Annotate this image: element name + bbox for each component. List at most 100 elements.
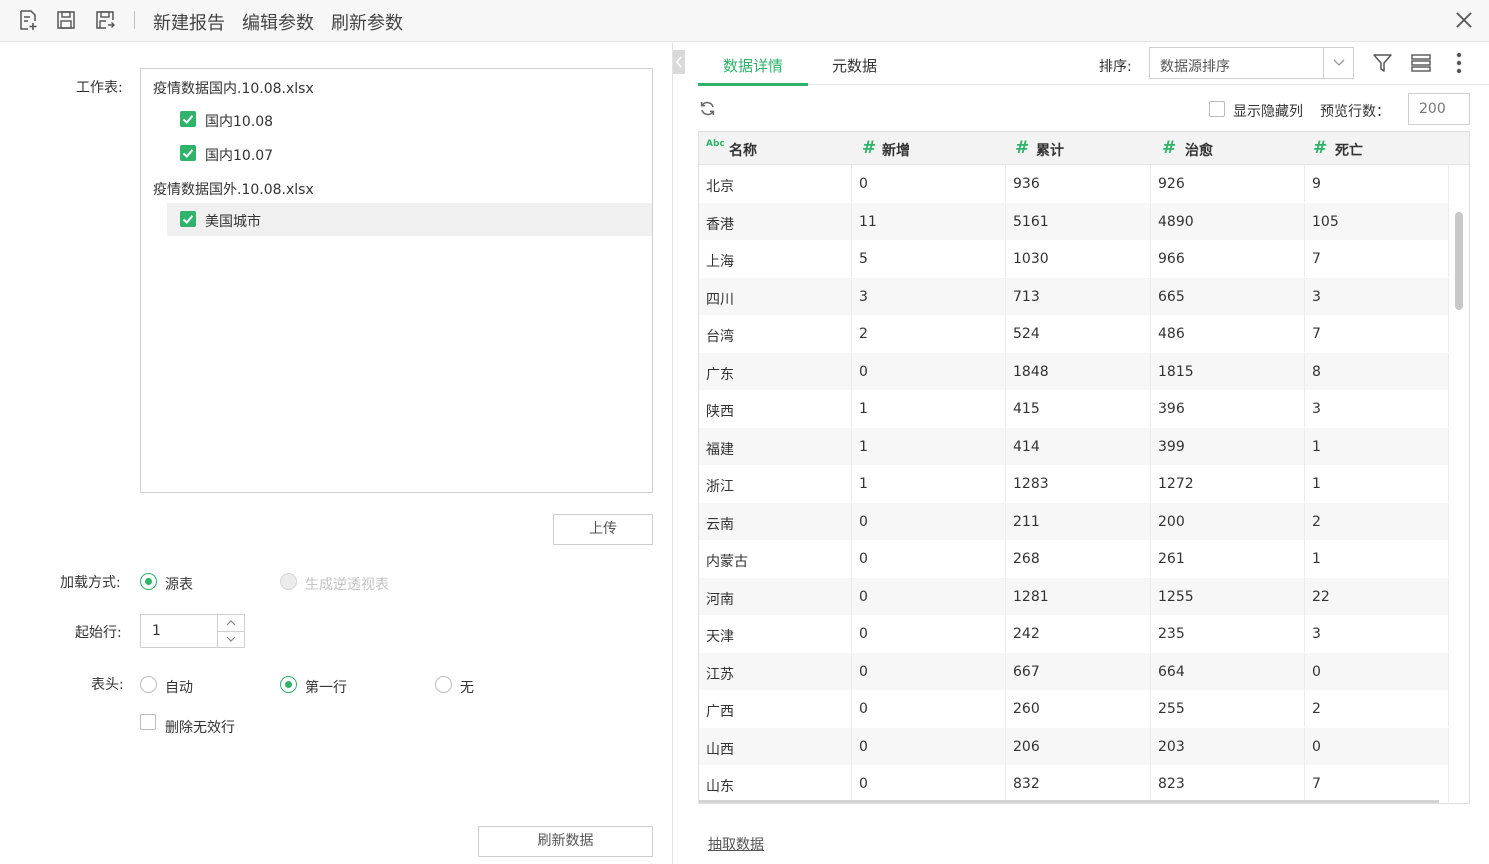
number-type-icon: # [862, 138, 877, 158]
table-row[interactable]: 山东 0 832 823 7 [699, 765, 1449, 802]
checkbox-checked[interactable] [180, 211, 196, 227]
refresh-icon[interactable] [699, 100, 716, 117]
cell-value: 山东 [706, 779, 734, 795]
vertical-scrollbar[interactable] [1455, 212, 1463, 310]
table-row[interactable]: 浙江 1 1283 1272 1 [699, 465, 1449, 502]
cell-value: 5161 [1013, 213, 1049, 230]
data-preview-panel: 数据详情 元数据 排序: 数据源排序 显示隐藏列 预览行数： 200 Abc 名… [673, 43, 1489, 864]
table-cell: 5161 [1006, 202, 1151, 240]
checkbox-checked[interactable] [180, 111, 196, 127]
workbook-name: 疫情数据国外.10.08.xlsx [153, 182, 314, 198]
table-row[interactable]: 北京 0 936 926 9 [699, 165, 1449, 202]
refresh-data-button[interactable]: 刷新数据 [478, 826, 653, 857]
save-as-icon[interactable] [94, 9, 116, 31]
chevron-up-icon[interactable] [226, 619, 236, 627]
table-cell: 7 [1305, 315, 1449, 352]
cell-value: 0 [859, 363, 868, 380]
table-cell: 浙江 [699, 465, 852, 502]
preview-rows-value[interactable]: 200 [1419, 101, 1446, 117]
cell-value: 浙江 [706, 479, 734, 495]
cell-value: 0 [859, 176, 868, 192]
cell-value: 天津 [706, 629, 734, 645]
sheet-item[interactable]: 美国城市 [167, 203, 652, 236]
sheet-item[interactable]: 国内10.07 [167, 137, 652, 170]
table-row[interactable]: 内蒙古 0 268 261 1 [699, 540, 1449, 577]
upload-button[interactable]: 上传 [553, 514, 653, 545]
filter-icon[interactable] [1372, 53, 1393, 74]
column-header[interactable]: # 新增 [852, 132, 1006, 165]
table-row[interactable]: 上海 5 1030 966 7 [699, 240, 1449, 277]
load-mode-label: 加载方式: [60, 575, 121, 591]
table-row[interactable]: 广东 0 1848 1815 8 [699, 352, 1449, 390]
sheet-name: 美国城市 [205, 214, 261, 230]
cell-value: 1848 [1013, 363, 1049, 380]
table-row[interactable]: 江苏 0 667 664 0 [699, 652, 1449, 690]
cell-value: 235 [1158, 626, 1185, 642]
table-row[interactable]: 山西 0 206 203 0 [699, 727, 1449, 765]
table-cell: 0 [852, 615, 1006, 652]
cell-value: 广西 [706, 704, 734, 720]
collapse-panel-button[interactable] [673, 50, 685, 74]
column-header[interactable]: # 死亡 [1305, 132, 1455, 165]
column-header[interactable]: # 治愈 [1151, 132, 1305, 165]
chevron-down-icon[interactable] [226, 635, 236, 643]
save-icon[interactable] [55, 9, 77, 31]
radio-header-auto[interactable] [140, 676, 157, 693]
header-label: 表头: [91, 677, 124, 693]
show-hidden-columns-label: 显示隐藏列 [1233, 104, 1303, 120]
table-cell: 3 [1305, 277, 1449, 315]
table-row[interactable]: 天津 0 242 235 3 [699, 615, 1449, 652]
column-header[interactable]: Abc 名称 [699, 132, 852, 165]
table-cell: 415 [1006, 390, 1151, 427]
table-row[interactable]: 福建 1 414 399 1 [699, 427, 1449, 465]
radio-header-none[interactable] [435, 676, 452, 693]
table-cell: 上海 [699, 240, 852, 277]
table-row[interactable]: 香港 11 5161 4890 105 [699, 202, 1449, 240]
column-header[interactable]: # 累计 [1006, 132, 1151, 165]
table-row[interactable]: 四川 3 713 665 3 [699, 277, 1449, 315]
sort-select-toggle[interactable] [1323, 48, 1353, 78]
table-cell: 235 [1151, 615, 1305, 652]
table-cell: 0 [852, 690, 1006, 727]
new-report-button[interactable]: 新建报告 [153, 9, 225, 35]
start-row-value[interactable]: 1 [152, 623, 161, 639]
table-row[interactable]: 河南 0 1281 1255 22 [699, 577, 1449, 615]
sort-select[interactable]: 数据源排序 [1149, 47, 1354, 79]
table-cell: 211 [1006, 502, 1151, 540]
new-report-icon[interactable] [17, 9, 39, 31]
table-cell: 广东 [699, 352, 852, 390]
tab-metadata[interactable]: 元数据 [832, 55, 877, 76]
table-header: Abc 名称 # 新增 # 累计 # 治愈 # 死亡 [699, 132, 1469, 165]
cell-value: 936 [1013, 176, 1040, 192]
table-cell: 1272 [1151, 465, 1305, 502]
table-cell: 1 [1305, 540, 1449, 577]
checkbox-checked[interactable] [180, 145, 196, 161]
cell-value: 105 [1312, 213, 1339, 230]
close-icon[interactable] [1453, 9, 1475, 31]
more-vertical-icon[interactable] [1454, 52, 1464, 74]
radio-header-first-row[interactable] [280, 676, 297, 693]
cell-value: 415 [1013, 401, 1040, 417]
horizontal-scrollbar[interactable] [699, 800, 1439, 803]
tab-data-details[interactable]: 数据详情 [723, 55, 783, 76]
table-cell: 268 [1006, 540, 1151, 577]
extract-data-link[interactable]: 抽取数据 [708, 834, 764, 854]
table-row[interactable]: 陕西 1 415 396 3 [699, 390, 1449, 427]
edit-params-button[interactable]: 编辑参数 [242, 9, 314, 35]
sheet-item[interactable]: 国内10.08 [167, 103, 652, 136]
start-row-stepper[interactable]: 1 [140, 614, 245, 648]
sort-select-value: 数据源排序 [1160, 59, 1230, 75]
preview-rows-input[interactable]: 200 [1408, 93, 1470, 125]
table-cell: 四川 [699, 277, 852, 315]
table-row[interactable]: 广西 0 260 255 2 [699, 690, 1449, 727]
cell-value: 0 [859, 626, 868, 642]
table-row[interactable]: 台湾 2 524 486 7 [699, 315, 1449, 352]
radio-source-table[interactable] [140, 573, 157, 590]
cell-value: 上海 [706, 254, 734, 270]
cell-value: 广东 [706, 366, 734, 383]
refresh-params-button[interactable]: 刷新参数 [331, 9, 403, 35]
column-list-icon[interactable] [1410, 53, 1432, 73]
delete-invalid-rows-checkbox[interactable] [140, 714, 156, 730]
show-hidden-columns-checkbox[interactable] [1209, 101, 1225, 117]
table-row[interactable]: 云南 0 211 200 2 [699, 502, 1449, 540]
